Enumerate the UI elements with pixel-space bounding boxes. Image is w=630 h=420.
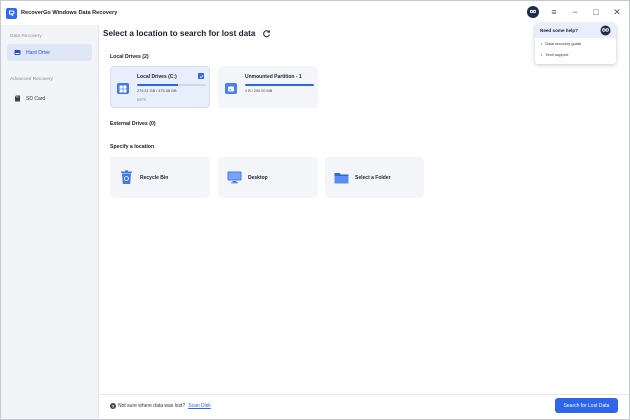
drive-card-unmounted-partition[interactable]: Unmounted Partition - 1 0 B / 200.00 MB — [218, 66, 318, 108]
sidebar-item-label: Hard Drive — [26, 49, 50, 56]
help-popup: Need some help? • Data recovery guide • … — [535, 23, 616, 64]
location-card-desktop[interactable]: Desktop — [218, 157, 318, 198]
menu-icon[interactable]: ≡ — [548, 5, 560, 19]
window-controls: ≡ − □ ✕ — [527, 5, 623, 19]
help-link-tech-support[interactable]: • Tech support — [535, 49, 616, 60]
external-drives-heading: External Drives (0) — [110, 121, 156, 127]
close-icon[interactable]: ✕ — [611, 5, 623, 19]
main-panel: Select a location to search for lost dat… — [100, 25, 629, 419]
sidebar-item-sd-card[interactable]: SD Card — [7, 90, 92, 107]
help-link-label: Tech support — [545, 52, 569, 57]
app-logo-icon — [6, 7, 17, 19]
minimize-icon[interactable]: − — [569, 5, 581, 19]
drive-card-local-c[interactable]: Local Drives (C:) 279.31 GB / 475.38 GB … — [110, 66, 210, 108]
bullet: • — [541, 52, 543, 57]
question-icon: ? — [110, 403, 116, 409]
sidebar: Data Recovery Hard Drive Advanced Recove… — [1, 25, 99, 419]
refresh-icon[interactable] — [262, 29, 271, 38]
title-bar: RecoverGo Windows Data Recovery ≡ − □ ✕ — [1, 1, 629, 25]
mascot-icon — [600, 25, 611, 36]
sidebar-heading-advanced-recovery: Advanced Recovery — [10, 77, 53, 82]
app-window: RecoverGo Windows Data Recovery ≡ − □ ✕ … — [0, 0, 630, 420]
help-link-label: Data recovery guide — [545, 41, 582, 46]
folder-icon — [334, 170, 349, 185]
partition-drive-icon — [225, 83, 237, 94]
help-popup-title: Need some help? — [540, 28, 579, 33]
drive-usage-bar — [137, 84, 206, 86]
help-text: Not sure where data was lost? — [118, 403, 186, 409]
location-card-select-folder[interactable]: Select a Folder — [325, 157, 424, 198]
location-label: Select a Folder — [355, 174, 391, 181]
location-label: Desktop — [248, 174, 268, 181]
sidebar-heading-data-recovery: Data Recovery — [10, 34, 42, 39]
desktop-icon — [227, 170, 242, 185]
drive-usage-fill — [245, 84, 314, 86]
drive-name: Unmounted Partition - 1 — [245, 74, 302, 80]
local-drives-heading: Local Drives (2) — [110, 54, 149, 60]
mascot-help-icon[interactable] — [527, 6, 539, 18]
bottom-bar: ? Not sure where data was lost? Scan Dis… — [100, 394, 629, 419]
recycle-bin-icon — [119, 170, 134, 185]
app-title: RecoverGo Windows Data Recovery — [21, 10, 118, 16]
drive-size: 0 B / 200.00 MB — [245, 89, 273, 93]
location-label: Recycle Bin — [140, 174, 169, 181]
search-lost-data-button[interactable]: Search for Lost Data — [555, 398, 618, 413]
windows-drive-icon — [117, 83, 129, 94]
specify-location-heading: Specify a location — [110, 144, 155, 150]
drive-usage-fill — [137, 84, 178, 86]
drive-name: Local Drives (C:) — [137, 74, 177, 80]
hard-drive-icon — [14, 49, 21, 56]
help-link-data-recovery-guide[interactable]: • Data recovery guide — [535, 38, 616, 49]
maximize-icon[interactable]: □ — [590, 5, 602, 19]
page-title: Select a location to search for lost dat… — [103, 29, 271, 38]
bullet: • — [541, 41, 543, 46]
help-popup-header: Need some help? — [535, 23, 616, 38]
drive-checkbox[interactable] — [198, 73, 204, 79]
scan-disk-link[interactable]: Scan Disk — [188, 403, 211, 409]
drive-size: 279.31 GB / 475.38 GB — [137, 89, 177, 93]
drive-filesystem: NTFS — [137, 98, 146, 102]
page-title-text: Select a location to search for lost dat… — [103, 29, 256, 38]
drive-usage-bar — [245, 84, 314, 86]
help-line: ? Not sure where data was lost? Scan Dis… — [110, 403, 211, 409]
sidebar-item-hard-drive[interactable]: Hard Drive — [7, 44, 92, 61]
sidebar-item-label: SD Card — [26, 95, 46, 102]
location-card-recycle-bin[interactable]: Recycle Bin — [110, 157, 210, 198]
sd-card-icon — [14, 95, 21, 102]
